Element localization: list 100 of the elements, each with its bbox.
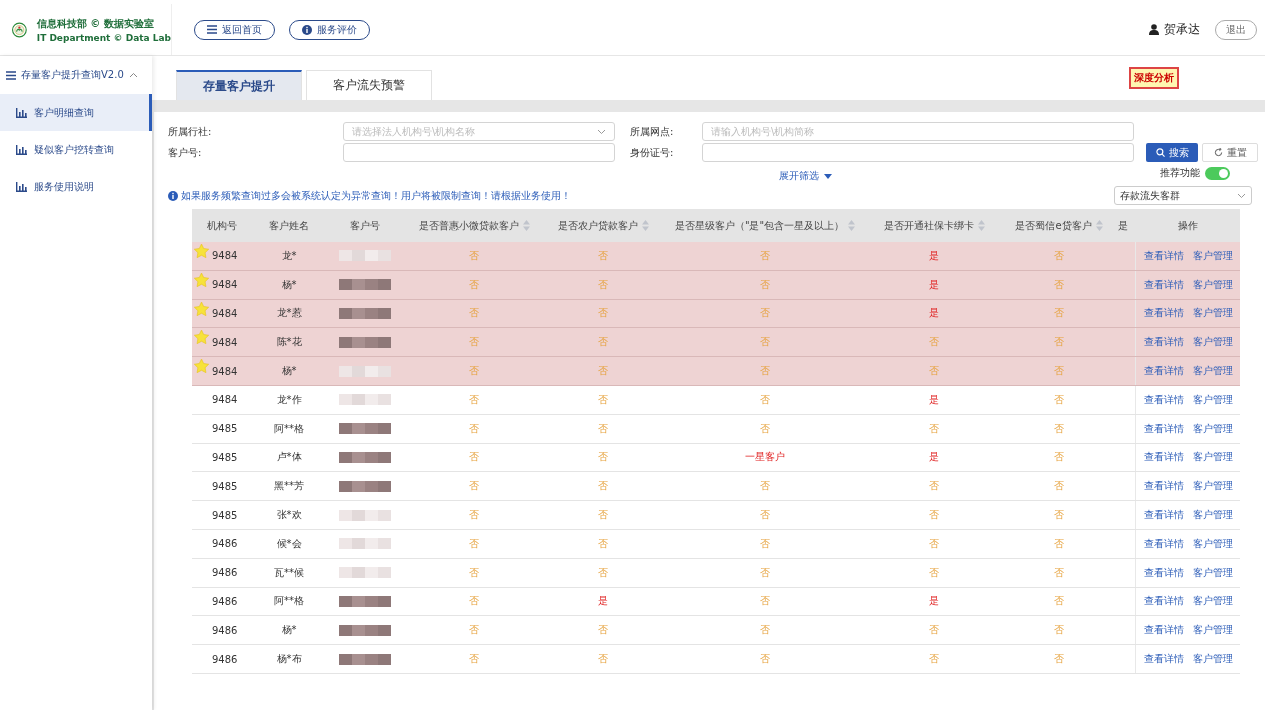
table-cell: 否 bbox=[598, 421, 608, 436]
sidebar-item[interactable]: 客户明细查询 bbox=[0, 94, 152, 131]
table-cell: 否 bbox=[929, 652, 939, 667]
manage-customer-link[interactable]: 客户管理 bbox=[1192, 479, 1233, 494]
tab[interactable]: 客户流失预警 bbox=[306, 70, 432, 100]
manage-customer-link[interactable]: 客户管理 bbox=[1192, 565, 1233, 580]
manage-customer-link[interactable]: 客户管理 bbox=[1192, 450, 1233, 465]
table-cell: 否 bbox=[1054, 335, 1064, 350]
table-cell: 杨* bbox=[281, 364, 297, 379]
table-cell: 否 bbox=[1054, 508, 1064, 523]
sidebar-item[interactable]: 疑似客户挖转查询 bbox=[0, 131, 152, 168]
column-header: 是否蜀信e贷客户 bbox=[1000, 209, 1118, 242]
view-details-link[interactable]: 查看详情 bbox=[1143, 277, 1184, 292]
table-cell: 否 bbox=[598, 652, 608, 667]
column-header: 客户号 bbox=[349, 218, 381, 233]
menu-group-header[interactable]: 存量客户提升查询V2.0 bbox=[0, 56, 152, 94]
manage-customer-link[interactable]: 客户管理 bbox=[1192, 594, 1233, 609]
view-details-link[interactable]: 查看详情 bbox=[1143, 623, 1184, 638]
table-cell: 9484 bbox=[212, 308, 238, 319]
home-button[interactable]: 返回首页 bbox=[194, 19, 275, 40]
table-cell: 否 bbox=[598, 277, 608, 292]
table-cell: 9484 bbox=[212, 394, 238, 406]
view-details-link[interactable]: 查看详情 bbox=[1143, 306, 1184, 321]
logout-button[interactable]: 退出 bbox=[1215, 19, 1257, 40]
table-cell: 是 bbox=[929, 248, 939, 263]
view-details-link[interactable]: 查看详情 bbox=[1143, 335, 1184, 350]
tab[interactable]: 存量客户提升 bbox=[176, 70, 302, 100]
view-details-link[interactable]: 查看详情 bbox=[1143, 565, 1184, 580]
table-cell: 否 bbox=[1054, 623, 1064, 638]
expand-filter-link[interactable]: 展开筛选 bbox=[772, 168, 838, 184]
search-icon bbox=[1155, 148, 1165, 157]
toggle-switch[interactable] bbox=[1205, 166, 1230, 180]
table-cell: 否 bbox=[929, 335, 939, 350]
view-details-link[interactable]: 查看详情 bbox=[1143, 594, 1184, 609]
table-cell: 否 bbox=[1054, 364, 1064, 379]
group-select[interactable]: 存款流失客群 bbox=[1114, 186, 1252, 205]
view-details-link[interactable]: 查看详情 bbox=[1143, 508, 1184, 523]
table-cell: 否 bbox=[598, 508, 608, 523]
star-icon bbox=[194, 330, 209, 345]
rating-button[interactable]: 服务评价 bbox=[289, 19, 370, 40]
view-details-link[interactable]: 查看详情 bbox=[1143, 479, 1184, 494]
table-cell: 否 bbox=[469, 335, 479, 350]
table-cell: 卢*体 bbox=[276, 450, 302, 465]
table-cell: 否 bbox=[598, 306, 608, 321]
deep-analysis-badge[interactable]: 深度分析 bbox=[1129, 67, 1179, 89]
table-cell: 9485 bbox=[212, 451, 238, 463]
column-header: 操作 bbox=[1176, 218, 1199, 233]
manage-customer-link[interactable]: 客户管理 bbox=[1192, 623, 1233, 638]
view-details-link[interactable]: 查看详情 bbox=[1143, 364, 1184, 379]
table-cell: 否 bbox=[469, 652, 479, 667]
table-cell: 是 bbox=[598, 594, 608, 609]
manage-customer-link[interactable]: 客户管理 bbox=[1192, 335, 1233, 350]
table-cell: 否 bbox=[469, 450, 479, 465]
input-field[interactable] bbox=[343, 143, 615, 162]
view-details-link[interactable]: 查看详情 bbox=[1143, 652, 1184, 667]
table-cell: 9486 bbox=[212, 595, 238, 607]
table-cell: 否 bbox=[1054, 248, 1064, 263]
manage-customer-link[interactable]: 客户管理 bbox=[1192, 277, 1233, 292]
manage-customer-link[interactable]: 客户管理 bbox=[1192, 652, 1233, 667]
input-field[interactable] bbox=[702, 143, 1134, 162]
sort-icon[interactable] bbox=[848, 220, 856, 231]
table-cell: 杨* bbox=[281, 277, 297, 292]
manage-customer-link[interactable]: 客户管理 bbox=[1192, 536, 1233, 551]
view-details-link[interactable]: 查看详情 bbox=[1143, 421, 1184, 436]
refresh-icon bbox=[1213, 148, 1223, 157]
table-cell: 张*欢 bbox=[276, 508, 302, 523]
sort-icon[interactable] bbox=[522, 220, 530, 231]
manage-customer-link[interactable]: 客户管理 bbox=[1192, 421, 1233, 436]
reset-button[interactable]: 重置 bbox=[1202, 143, 1258, 162]
manage-customer-link[interactable]: 客户管理 bbox=[1192, 392, 1233, 407]
table-cell: 陈*花 bbox=[276, 335, 302, 350]
table-cell: 否 bbox=[760, 652, 770, 667]
notice-text: 如果服务频繁查询过多会被系统认定为异常查询！用户将被限制查询！请根据业务使用！ bbox=[181, 189, 571, 203]
manage-customer-link[interactable]: 客户管理 bbox=[1192, 248, 1233, 263]
view-details-link[interactable]: 查看详情 bbox=[1143, 392, 1184, 407]
table-cell: 否 bbox=[929, 536, 939, 551]
search-button[interactable]: 搜索 bbox=[1146, 143, 1198, 162]
manage-customer-link[interactable]: 客户管理 bbox=[1192, 508, 1233, 523]
sort-icon[interactable] bbox=[977, 220, 985, 231]
table-cell: 否 bbox=[1054, 392, 1064, 407]
view-details-link[interactable]: 查看详情 bbox=[1143, 248, 1184, 263]
table-cell: 否 bbox=[760, 536, 770, 551]
bar-chart-icon bbox=[16, 144, 27, 155]
star-icon bbox=[194, 272, 209, 287]
sort-icon[interactable] bbox=[1095, 220, 1103, 231]
table-cell: 否 bbox=[1054, 450, 1064, 465]
manage-customer-link[interactable]: 客户管理 bbox=[1192, 306, 1233, 321]
table-cell: 否 bbox=[598, 565, 608, 580]
view-details-link[interactable]: 查看详情 bbox=[1143, 450, 1184, 465]
field-label: 所属网点: bbox=[630, 124, 675, 139]
table-cell: 否 bbox=[929, 364, 939, 379]
chevron-down-icon bbox=[597, 128, 606, 135]
sidebar-item[interactable]: 服务使用说明 bbox=[0, 168, 152, 205]
table-cell: 否 bbox=[598, 335, 608, 350]
sort-icon[interactable] bbox=[641, 220, 649, 231]
table-cell: 是 bbox=[929, 392, 939, 407]
table-cell: 否 bbox=[929, 479, 939, 494]
view-details-link[interactable]: 查看详情 bbox=[1143, 536, 1184, 551]
table-cell: 否 bbox=[929, 565, 939, 580]
manage-customer-link[interactable]: 客户管理 bbox=[1192, 364, 1233, 379]
